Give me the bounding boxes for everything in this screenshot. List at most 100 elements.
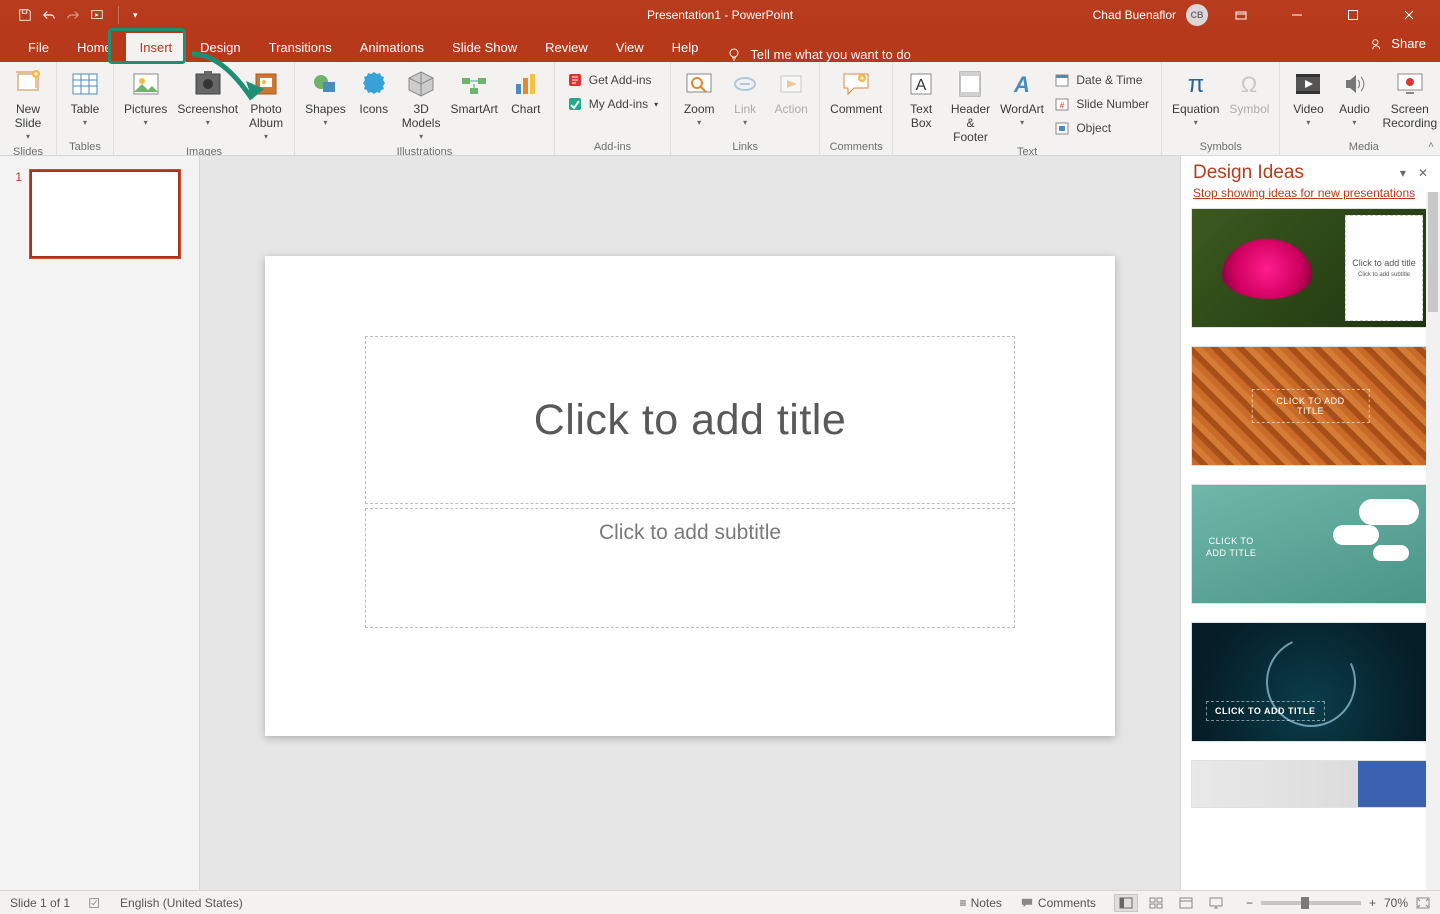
share-button[interactable]: Share: [1371, 36, 1426, 51]
screenshot-button[interactable]: Screenshot: [173, 66, 242, 132]
slide-thumbnail-panel: 1: [0, 156, 200, 890]
user-name[interactable]: Chad Buenaflor: [1093, 8, 1176, 22]
getaddins-button[interactable]: Get Add-ins: [561, 70, 664, 90]
table-button[interactable]: Table: [63, 66, 107, 132]
design-idea[interactable]: [1191, 760, 1430, 808]
reading-view-button[interactable]: [1174, 894, 1198, 912]
design-idea[interactable]: CLICK TO ADD TITLE: [1191, 484, 1430, 604]
comment-button[interactable]: Comment: [826, 66, 886, 118]
chart-button[interactable]: Chart: [504, 66, 548, 118]
tab-help[interactable]: Help: [658, 33, 713, 62]
share-icon: [1371, 37, 1385, 51]
audio-button[interactable]: Audio: [1332, 66, 1376, 132]
object-button[interactable]: Object: [1048, 118, 1155, 138]
maximize-button[interactable]: [1330, 0, 1376, 30]
slidenum-button[interactable]: #Slide Number: [1048, 94, 1155, 114]
action-icon: [775, 68, 807, 100]
quick-access-toolbar: ▾: [0, 6, 138, 24]
slide-count[interactable]: Slide 1 of 1: [10, 896, 70, 910]
design-idea-list[interactable]: Click to add titleClick to add subtitle …: [1181, 208, 1440, 890]
tab-design[interactable]: Design: [186, 33, 254, 62]
subtitle-placeholder-text: Click to add subtitle: [599, 521, 781, 545]
ribbon-display-options-icon[interactable]: [1218, 0, 1264, 30]
spellcheck-icon[interactable]: [88, 896, 102, 910]
ribbon-group-links: ZoomLinkActionLinks: [671, 62, 820, 155]
tab-home[interactable]: Home: [63, 33, 126, 62]
start-from-beginning-icon[interactable]: [90, 8, 104, 22]
wordart-button[interactable]: AWordArt: [998, 66, 1047, 132]
collapse-ribbon-icon[interactable]: ˄: [1428, 140, 1434, 151]
language-status[interactable]: English (United States): [120, 896, 243, 910]
ribbon-group-slides: NewSlideSlides: [0, 62, 57, 155]
redo-icon[interactable]: [66, 8, 80, 22]
video-icon: [1292, 68, 1324, 100]
textbox-button[interactable]: ATextBox: [899, 66, 943, 132]
video-button[interactable]: Video: [1286, 66, 1330, 132]
group-label: Links: [671, 141, 819, 155]
slideshow-view-button[interactable]: [1204, 894, 1228, 912]
design-idea[interactable]: CLICK TO ADD TITLE: [1191, 346, 1430, 466]
icons-button[interactable]: Icons: [352, 66, 396, 118]
newslide-button[interactable]: NewSlide: [6, 66, 50, 146]
3dmodels-icon: [405, 68, 437, 100]
link-button: Link: [723, 66, 767, 132]
chart-icon: [510, 68, 542, 100]
slide-thumbnail[interactable]: [30, 170, 180, 258]
svg-text:A: A: [916, 77, 927, 94]
tab-animations[interactable]: Animations: [346, 33, 438, 62]
tell-me-label: Tell me what you want to do: [750, 47, 910, 62]
tab-insert[interactable]: Insert: [126, 33, 187, 62]
normal-view-button[interactable]: [1114, 894, 1138, 912]
svg-text:π: π: [1187, 71, 1204, 98]
tab-review[interactable]: Review: [531, 33, 602, 62]
zoom-slider[interactable]: [1261, 901, 1361, 905]
undo-icon[interactable]: [42, 8, 56, 22]
subtitle-placeholder[interactable]: Click to add subtitle: [365, 508, 1015, 628]
slide-sorter-view-button[interactable]: [1144, 894, 1168, 912]
smartart-button[interactable]: SmartArt: [446, 66, 501, 118]
slide[interactable]: Click to add title Click to add subtitle: [265, 256, 1115, 736]
pane-scrollbar[interactable]: [1426, 192, 1440, 890]
tab-transitions[interactable]: Transitions: [255, 33, 346, 62]
zoom-control: − + 70%: [1246, 896, 1430, 910]
title-bar: ▾ Presentation1 - PowerPoint Chad Buenaf…: [0, 0, 1440, 30]
tell-me-search[interactable]: Tell me what you want to do: [712, 46, 924, 62]
ribbon-group-illustrations: ShapesIcons3DModelsSmartArtChartIllustra…: [295, 62, 555, 155]
title-placeholder[interactable]: Click to add title: [365, 336, 1015, 504]
tab-view[interactable]: View: [602, 33, 658, 62]
save-icon[interactable]: [18, 8, 32, 22]
datetime-button[interactable]: Date & Time: [1048, 70, 1155, 90]
screenrec-button[interactable]: ScreenRecording: [1378, 66, 1440, 132]
stop-showing-ideas-link[interactable]: Stop showing ideas for new presentations: [1181, 186, 1440, 208]
qat-customize-icon[interactable]: ▾: [133, 10, 138, 21]
myaddins-button[interactable]: My Add-ins ▾: [561, 94, 664, 114]
design-idea[interactable]: Click to add titleClick to add subtitle: [1191, 208, 1430, 328]
close-button[interactable]: [1386, 0, 1432, 30]
equation-button[interactable]: πEquation: [1168, 66, 1223, 132]
tab-slide-show[interactable]: Slide Show: [438, 33, 531, 62]
tab-file[interactable]: File: [14, 33, 63, 62]
ribbon: ˄ NewSlideSlidesTableTablesPicturesScree…: [0, 62, 1440, 156]
3dmodels-button[interactable]: 3DModels: [398, 66, 445, 146]
slide-canvas-area[interactable]: Click to add title Click to add subtitle: [200, 156, 1180, 890]
pane-options-icon[interactable]: ▾: [1400, 166, 1406, 180]
ribbon-group-symbols: πEquationΩSymbolSymbols: [1162, 62, 1280, 155]
user-avatar[interactable]: CB: [1186, 4, 1208, 26]
headerfooter-button[interactable]: Header& Footer: [945, 66, 996, 146]
comments-button[interactable]: Comments: [1020, 896, 1096, 910]
photoalbum-button[interactable]: PhotoAlbum: [244, 66, 288, 146]
fit-to-window-button[interactable]: [1416, 897, 1430, 909]
zoom-out-button[interactable]: −: [1246, 896, 1253, 910]
group-label: Slides: [0, 146, 56, 160]
zoom-button[interactable]: Zoom: [677, 66, 721, 132]
zoom-level[interactable]: 70%: [1384, 896, 1408, 910]
shapes-button[interactable]: Shapes: [301, 66, 350, 132]
design-idea[interactable]: CLICK TO ADD TITLE: [1191, 622, 1430, 742]
textbox-icon: A: [905, 68, 937, 100]
zoom-in-button[interactable]: +: [1369, 896, 1376, 910]
minimize-button[interactable]: [1274, 0, 1320, 30]
pane-close-icon[interactable]: ✕: [1418, 166, 1428, 180]
pictures-button[interactable]: Pictures: [120, 66, 171, 132]
notes-button[interactable]: ≡ Notes: [960, 896, 1002, 910]
svg-text:#: #: [1060, 101, 1065, 110]
